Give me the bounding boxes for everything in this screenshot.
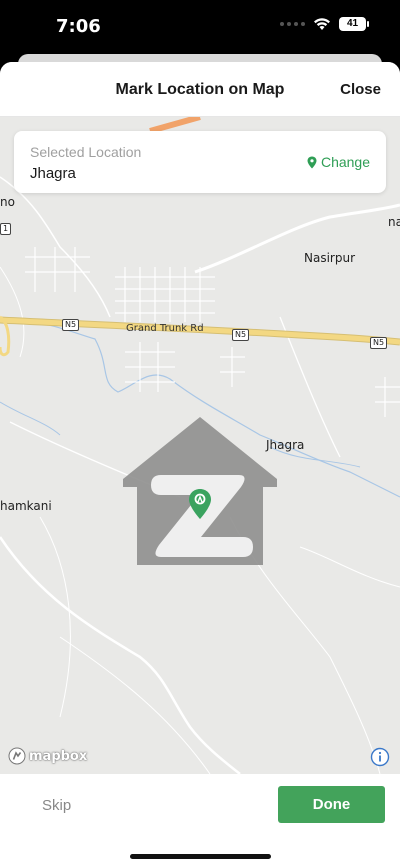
wifi-icon (314, 18, 330, 30)
status-time: 7:06 (56, 16, 101, 37)
battery-icon: 41 (339, 17, 369, 31)
change-location-button[interactable]: Change (307, 154, 370, 170)
close-button[interactable]: Close (340, 81, 381, 98)
map-view[interactable]: Nasirpur Jhagra hamkani no na Grand Trun… (0, 117, 400, 774)
sheet-header: Mark Location on Map Close (0, 62, 400, 117)
mapbox-attribution[interactable]: mapbox (8, 747, 87, 765)
selected-location-value: Jhagra (30, 165, 76, 182)
home-indicator (130, 854, 271, 859)
road-shield: 1 (0, 223, 12, 235)
mapbox-logo-icon (8, 747, 26, 765)
road-shield: N5 (62, 319, 80, 331)
location-pin-icon (189, 489, 211, 519)
info-icon[interactable] (370, 747, 390, 767)
map-label-shamkani: hamkani (0, 499, 52, 513)
change-location-label: Change (320, 154, 370, 170)
road-shield: N5 (232, 329, 250, 341)
map-pin-icon (307, 156, 317, 168)
action-footer: Skip Done (0, 774, 400, 866)
map-label-nasirpur: Nasirpur (304, 251, 356, 265)
road-shield: N5 (370, 337, 388, 349)
road-label-grand-trunk: Grand Trunk Rd (126, 323, 204, 334)
map-label-edge-right: na (388, 215, 400, 229)
location-sheet: Mark Location on Map Close Nasirpur Jhag… (0, 62, 400, 866)
mapbox-wordmark: mapbox (29, 748, 88, 764)
skip-button[interactable]: Skip (42, 797, 71, 814)
map-label-edge-left: no (0, 195, 15, 209)
selected-location-label: Selected Location (30, 144, 142, 160)
selected-location-card: Selected Location Jhagra Change (14, 131, 386, 193)
status-icons: 41 (280, 17, 369, 31)
cellular-signal-icon (280, 22, 305, 26)
status-bar: 7:06 41 (0, 0, 400, 54)
done-button[interactable]: Done (278, 786, 385, 823)
